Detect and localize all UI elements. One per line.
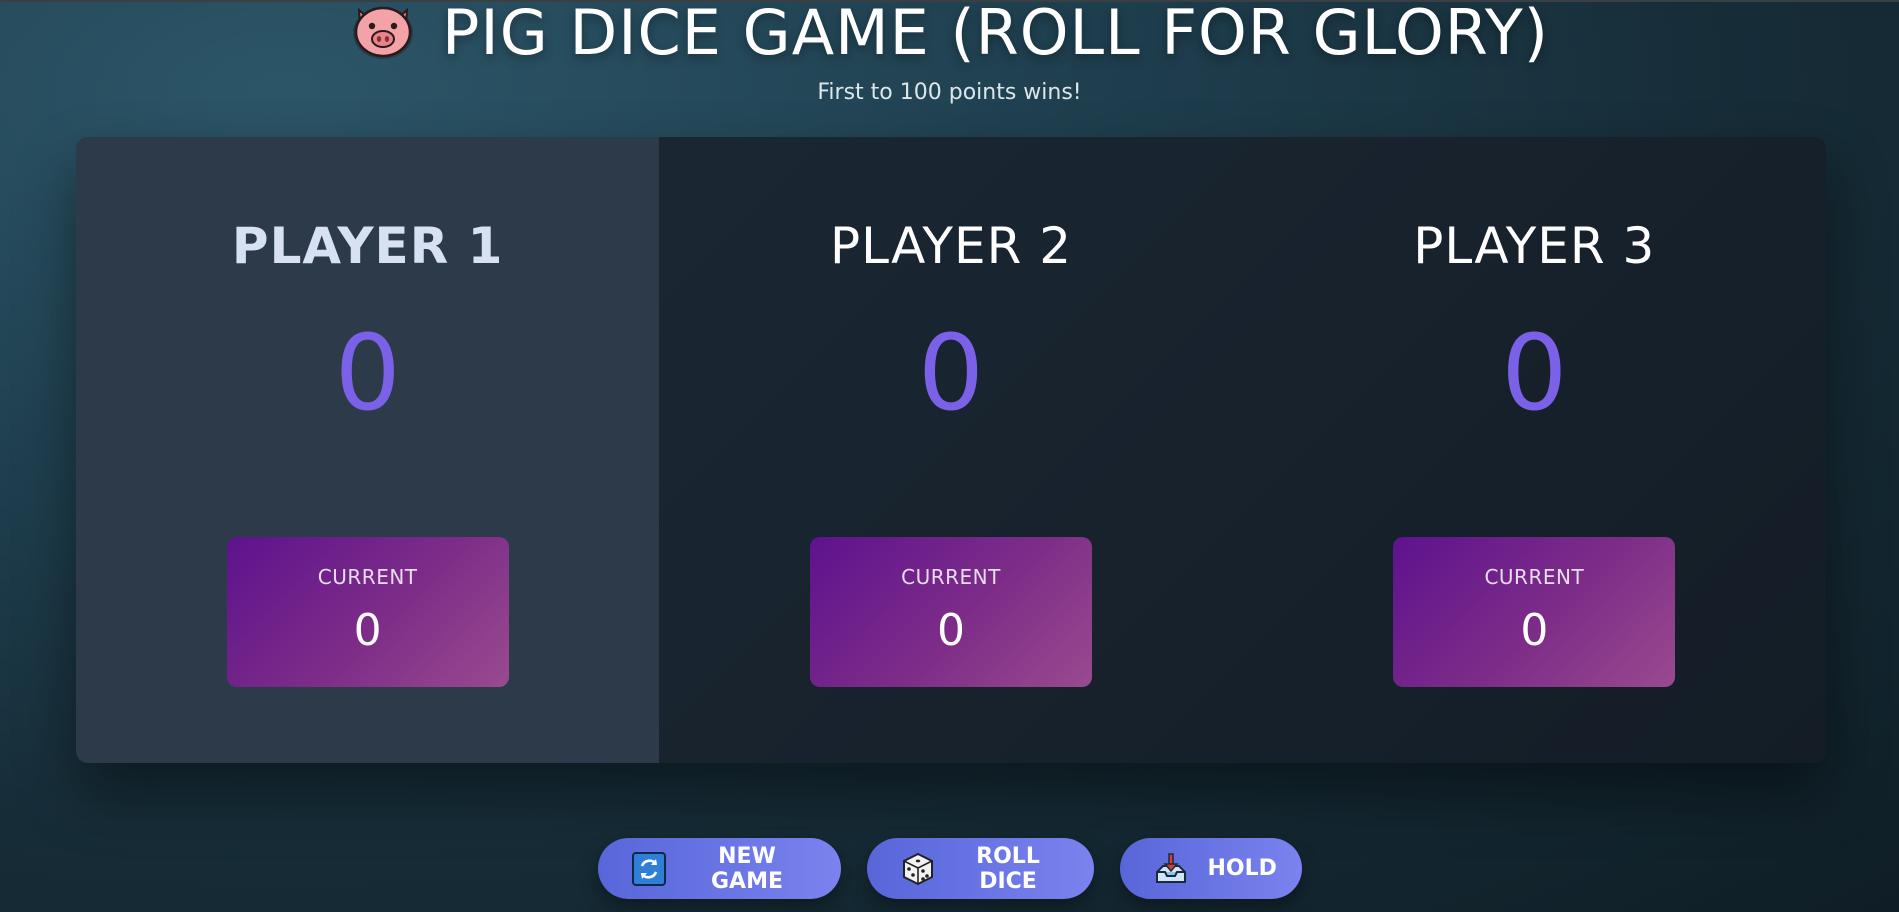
current-score-label: CURRENT [1484,565,1585,589]
game-board: PLAYER 1 0 CURRENT 0 PLAYER 2 0 CURRENT … [76,137,1826,763]
page-subtitle: First to 100 points wins! [817,80,1082,105]
current-score-box: CURRENT 0 [809,537,1092,687]
dice-icon [901,852,935,886]
player-name: PLAYER 2 [829,217,1073,275]
refresh-icon [631,851,666,886]
current-score-value: 0 [353,605,382,656]
page-title: PIG DICE GAME (ROLL FOR GLORY) [442,0,1549,69]
current-score-label: CURRENT [317,565,418,589]
player-total-score: 0 [917,312,985,434]
player-panel-1: PLAYER 1 0 CURRENT 0 [76,137,660,763]
game-controls: NEW GAME ROLL DICE HOLD [0,838,1899,899]
new-game-label: NEW GAME [710,843,783,894]
current-score-label: CURRENT [901,565,1001,589]
current-score-value: 0 [936,605,965,656]
current-score-box: CURRENT 0 [226,537,509,687]
hold-button[interactable]: HOLD [1119,838,1302,899]
player-name: PLAYER 3 [1413,217,1656,275]
player-total-score: 0 [1501,312,1568,434]
current-score-value: 0 [1520,605,1549,656]
hold-label: HOLD [1207,856,1277,881]
player-panel-2: PLAYER 2 0 CURRENT 0 [659,137,1242,763]
current-score-box: CURRENT 0 [1393,537,1676,687]
inbox-tray-icon [1154,852,1188,886]
new-game-button[interactable]: NEW GAME [597,838,841,899]
player-total-score: 0 [334,312,401,434]
roll-dice-label: ROLL DICE [976,843,1040,894]
player-panel-3: PLAYER 3 0 CURRENT 0 [1243,137,1826,763]
roll-dice-button[interactable]: ROLL DICE [866,838,1094,899]
pig-face-icon [350,0,416,60]
page-title-row: PIG DICE GAME (ROLL FOR GLORY) [0,0,1899,69]
player-name: PLAYER 1 [231,217,504,275]
